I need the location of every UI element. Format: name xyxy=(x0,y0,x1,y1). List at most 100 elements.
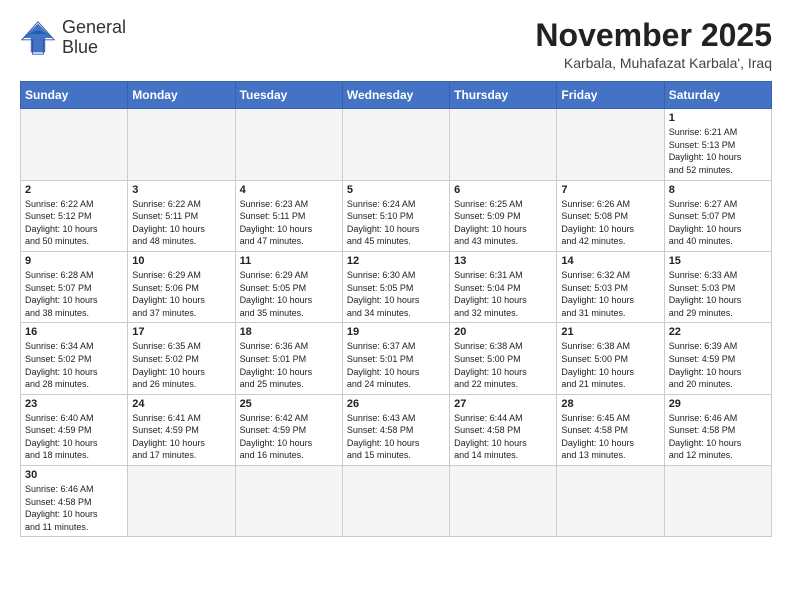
day-number: 20 xyxy=(454,326,552,338)
calendar-cell xyxy=(128,109,235,180)
day-info: Sunrise: 6:46 AM Sunset: 4:58 PM Dayligh… xyxy=(25,483,123,533)
weekday-header-sunday: Sunday xyxy=(21,82,128,109)
calendar-cell xyxy=(128,466,235,537)
calendar-cell: 14Sunrise: 6:32 AM Sunset: 5:03 PM Dayli… xyxy=(557,251,664,322)
calendar-cell xyxy=(450,109,557,180)
day-info: Sunrise: 6:28 AM Sunset: 5:07 PM Dayligh… xyxy=(25,269,123,319)
day-info: Sunrise: 6:39 AM Sunset: 4:59 PM Dayligh… xyxy=(669,340,767,390)
calendar-cell xyxy=(342,109,449,180)
day-number: 22 xyxy=(669,326,767,338)
calendar-cell xyxy=(235,109,342,180)
day-info: Sunrise: 6:40 AM Sunset: 4:59 PM Dayligh… xyxy=(25,412,123,462)
calendar-cell: 3Sunrise: 6:22 AM Sunset: 5:11 PM Daylig… xyxy=(128,180,235,251)
day-number: 3 xyxy=(132,184,230,196)
weekday-header-friday: Friday xyxy=(557,82,664,109)
calendar-row-5: 23 Sunrise: 6:40 AM Sunset: 4:59 PM Dayli… xyxy=(21,394,772,465)
calendar-cell: 10 Sunrise: 6:29 AM Sunset: 5:06 PM Dayli… xyxy=(128,251,235,322)
calendar-row-2: 2Sunrise: 6:22 AM Sunset: 5:12 PM Daylig… xyxy=(21,180,772,251)
day-info: Sunrise: 6:36 AM Sunset: 5:01 PM Dayligh… xyxy=(240,340,338,390)
calendar-cell: 16Sunrise: 6:34 AM Sunset: 5:02 PM Dayli… xyxy=(21,323,128,394)
calendar-cell: 17Sunrise: 6:35 AM Sunset: 5:02 PM Dayli… xyxy=(128,323,235,394)
calendar-cell: 30Sunrise: 6:46 AM Sunset: 4:58 PM Dayli… xyxy=(21,466,128,537)
day-info: Sunrise: 6:25 AM Sunset: 5:09 PM Dayligh… xyxy=(454,198,552,248)
calendar-cell xyxy=(557,109,664,180)
day-number: 29 xyxy=(669,398,767,410)
day-info: Sunrise: 6:44 AM Sunset: 4:58 PM Dayligh… xyxy=(454,412,552,462)
day-info: Sunrise: 6:29 AM Sunset: 5:06 PM Dayligh… xyxy=(132,269,230,319)
calendar-cell: 18 Sunrise: 6:36 AM Sunset: 5:01 PM Dayli… xyxy=(235,323,342,394)
day-number: 25 xyxy=(240,398,338,410)
day-info: Sunrise: 6:38 AM Sunset: 5:00 PM Dayligh… xyxy=(561,340,659,390)
day-number: 26 xyxy=(347,398,445,410)
day-number: 13 xyxy=(454,255,552,267)
calendar-cell: 8 Sunrise: 6:27 AM Sunset: 5:07 PM Daylig… xyxy=(664,180,771,251)
logo-line1: General xyxy=(62,18,126,38)
day-number: 21 xyxy=(561,326,659,338)
calendar-cell: 7 Sunrise: 6:26 AM Sunset: 5:08 PM Daylig… xyxy=(557,180,664,251)
day-number: 16 xyxy=(25,326,123,338)
day-number: 19 xyxy=(347,326,445,338)
day-info: Sunrise: 6:43 AM Sunset: 4:58 PM Dayligh… xyxy=(347,412,445,462)
day-number: 4 xyxy=(240,184,338,196)
weekday-header-saturday: Saturday xyxy=(664,82,771,109)
day-number: 11 xyxy=(240,255,338,267)
header: General Blue November 2025 Karbala, Muha… xyxy=(20,18,772,71)
day-number: 28 xyxy=(561,398,659,410)
day-number: 24 xyxy=(132,398,230,410)
calendar-cell: 13 Sunrise: 6:31 AM Sunset: 5:04 PM Dayli… xyxy=(450,251,557,322)
day-info: Sunrise: 6:41 AM Sunset: 4:59 PM Dayligh… xyxy=(132,412,230,462)
calendar-cell xyxy=(450,466,557,537)
day-number: 8 xyxy=(669,184,767,196)
calendar-cell: 12Sunrise: 6:30 AM Sunset: 5:05 PM Dayli… xyxy=(342,251,449,322)
title-area: November 2025 Karbala, Muhafazat Karbala… xyxy=(535,18,772,71)
calendar-cell xyxy=(664,466,771,537)
calendar-row-3: 9 Sunrise: 6:28 AM Sunset: 5:07 PM Daylig… xyxy=(21,251,772,322)
calendar-cell: 27 Sunrise: 6:44 AM Sunset: 4:58 PM Dayli… xyxy=(450,394,557,465)
day-info: Sunrise: 6:22 AM Sunset: 5:12 PM Dayligh… xyxy=(25,198,123,248)
day-number: 15 xyxy=(669,255,767,267)
day-info: Sunrise: 6:46 AM Sunset: 4:58 PM Dayligh… xyxy=(669,412,767,462)
day-number: 18 xyxy=(240,326,338,338)
day-number: 27 xyxy=(454,398,552,410)
generalblue-logo-icon xyxy=(20,20,56,56)
day-number: 7 xyxy=(561,184,659,196)
day-number: 17 xyxy=(132,326,230,338)
day-info: Sunrise: 6:45 AM Sunset: 4:58 PM Dayligh… xyxy=(561,412,659,462)
day-info: Sunrise: 6:31 AM Sunset: 5:04 PM Dayligh… xyxy=(454,269,552,319)
day-info: Sunrise: 6:26 AM Sunset: 5:08 PM Dayligh… xyxy=(561,198,659,248)
day-info: Sunrise: 6:42 AM Sunset: 4:59 PM Dayligh… xyxy=(240,412,338,462)
location-title: Karbala, Muhafazat Karbala', Iraq xyxy=(535,55,772,71)
day-number: 23 xyxy=(25,398,123,410)
month-title: November 2025 xyxy=(535,18,772,53)
calendar-cell: 26 Sunrise: 6:43 AM Sunset: 4:58 PM Dayli… xyxy=(342,394,449,465)
day-info: Sunrise: 6:37 AM Sunset: 5:01 PM Dayligh… xyxy=(347,340,445,390)
calendar-cell: 9 Sunrise: 6:28 AM Sunset: 5:07 PM Daylig… xyxy=(21,251,128,322)
day-info: Sunrise: 6:24 AM Sunset: 5:10 PM Dayligh… xyxy=(347,198,445,248)
calendar-cell xyxy=(235,466,342,537)
calendar-cell: 21 Sunrise: 6:38 AM Sunset: 5:00 PM Dayli… xyxy=(557,323,664,394)
calendar-cell: 6 Sunrise: 6:25 AM Sunset: 5:09 PM Daylig… xyxy=(450,180,557,251)
day-info: Sunrise: 6:23 AM Sunset: 5:11 PM Dayligh… xyxy=(240,198,338,248)
day-info: Sunrise: 6:38 AM Sunset: 5:00 PM Dayligh… xyxy=(454,340,552,390)
calendar-cell: 23 Sunrise: 6:40 AM Sunset: 4:59 PM Dayli… xyxy=(21,394,128,465)
calendar-row-4: 16Sunrise: 6:34 AM Sunset: 5:02 PM Dayli… xyxy=(21,323,772,394)
calendar-cell xyxy=(21,109,128,180)
calendar-cell: 5 Sunrise: 6:24 AM Sunset: 5:10 PM Daylig… xyxy=(342,180,449,251)
day-info: Sunrise: 6:29 AM Sunset: 5:05 PM Dayligh… xyxy=(240,269,338,319)
logo-line2: Blue xyxy=(62,38,126,58)
day-number: 12 xyxy=(347,255,445,267)
weekday-header-monday: Monday xyxy=(128,82,235,109)
day-number: 1 xyxy=(669,112,767,124)
day-number: 9 xyxy=(25,255,123,267)
calendar-cell: 20 Sunrise: 6:38 AM Sunset: 5:00 PM Dayli… xyxy=(450,323,557,394)
day-number: 10 xyxy=(132,255,230,267)
calendar-cell: 11 Sunrise: 6:29 AM Sunset: 5:05 PM Dayli… xyxy=(235,251,342,322)
calendar-cell: 2Sunrise: 6:22 AM Sunset: 5:12 PM Daylig… xyxy=(21,180,128,251)
day-number: 6 xyxy=(454,184,552,196)
day-number: 5 xyxy=(347,184,445,196)
calendar-cell: 24 Sunrise: 6:41 AM Sunset: 4:59 PM Dayli… xyxy=(128,394,235,465)
weekday-header-row: SundayMondayTuesdayWednesdayThursdayFrid… xyxy=(21,82,772,109)
calendar-cell: 29 Sunrise: 6:46 AM Sunset: 4:58 PM Dayli… xyxy=(664,394,771,465)
calendar-cell xyxy=(342,466,449,537)
day-info: Sunrise: 6:27 AM Sunset: 5:07 PM Dayligh… xyxy=(669,198,767,248)
